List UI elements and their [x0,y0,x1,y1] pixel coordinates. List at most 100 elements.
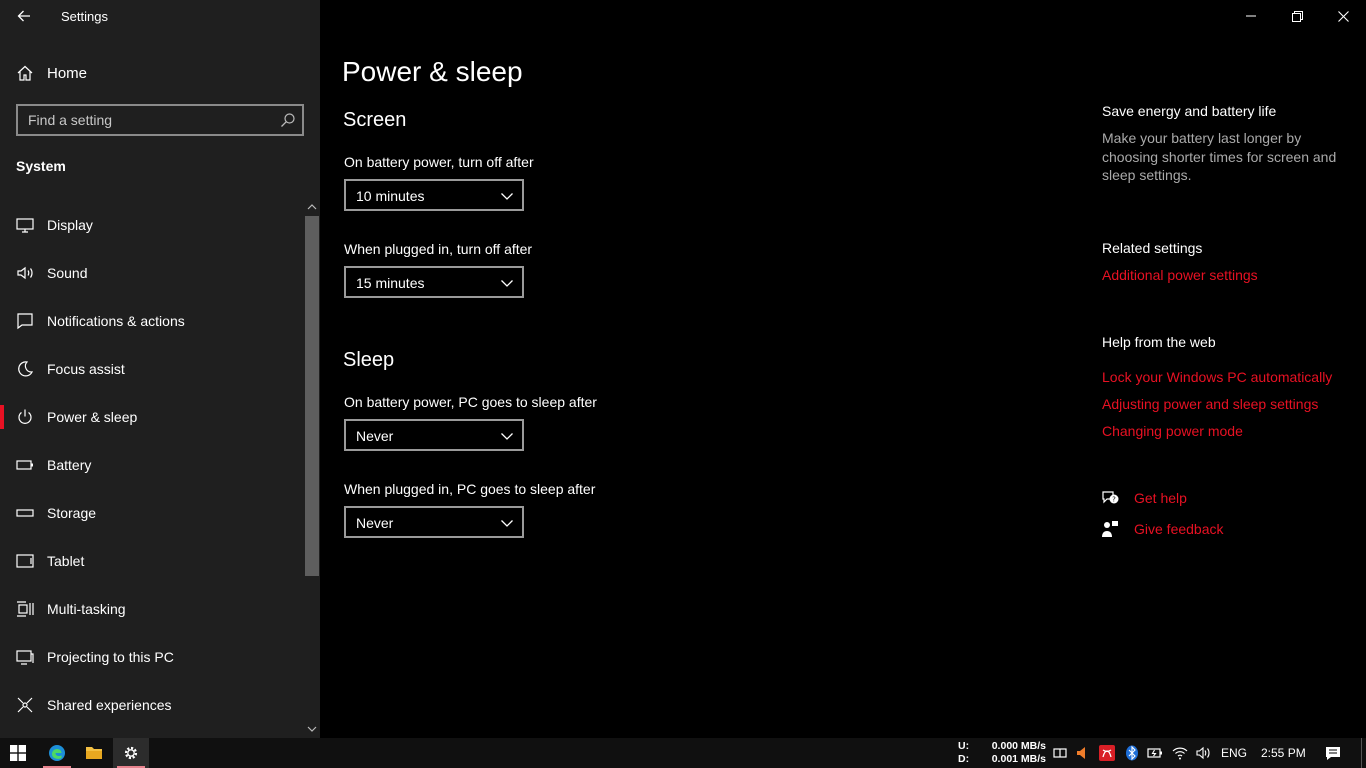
sidebar-item-battery[interactable]: Battery [0,441,304,489]
dropdown-value: 10 minutes [356,188,425,204]
tablet-icon [16,554,34,568]
taskbar-edge[interactable] [39,738,75,768]
sidebar-item-focus-assist[interactable]: Focus assist [0,345,304,393]
scroll-up-arrow-icon[interactable] [304,200,320,214]
titlebar-left: Settings [0,0,320,32]
get-help-link[interactable]: Get help [1134,490,1187,506]
help-link-adjusting-power[interactable]: Adjusting power and sleep settings [1102,396,1318,412]
restore-icon [1291,10,1303,22]
sidebar-item-label: Projecting to this PC [47,649,174,665]
power-icon [18,409,32,424]
back-arrow-icon [17,10,30,22]
back-button[interactable] [12,4,36,28]
multitasking-icon [17,601,34,617]
screen-battery-dropdown[interactable]: 10 minutes [344,179,524,211]
action-center-icon[interactable] [1325,745,1341,761]
give-feedback-icon [1102,521,1118,537]
scroll-down-arrow-icon[interactable] [304,722,320,736]
sidebar-nav: Display Sound Notifications & actions Fo… [0,201,304,729]
tray-speaker-app-icon[interactable] [1074,745,1090,761]
page-title: Power & sleep [342,56,523,87]
sidebar-item-label: Battery [47,457,92,473]
sidebar-item-sound[interactable]: Sound [0,249,304,297]
battery-icon [16,460,33,470]
gear-icon [124,746,138,760]
additional-power-settings-link[interactable]: Additional power settings [1102,267,1258,283]
wifi-icon[interactable] [1172,745,1188,761]
sidebar-item-projecting[interactable]: Projecting to this PC [0,633,304,681]
screen-plugged-label: When plugged in, turn off after [344,241,533,257]
sidebar-item-multitasking[interactable]: Multi-tasking [0,585,304,633]
bluetooth-icon[interactable] [1124,745,1140,761]
start-button[interactable] [0,738,36,768]
search-input[interactable] [18,106,268,134]
sidebar-item-tablet[interactable]: Tablet [0,537,304,585]
taskbar-file-explorer[interactable] [76,738,112,768]
sidebar-item-shared-experiences[interactable]: Shared experiences [0,681,304,729]
sidebar-item-label: Sound [47,265,88,281]
screen-plugged-dropdown[interactable]: 15 minutes [344,266,524,298]
scrollbar-thumb[interactable] [305,216,319,576]
language-indicator[interactable]: ENG [1221,746,1247,760]
windows-icon [10,745,26,761]
volume-icon[interactable] [1195,745,1211,761]
sleep-heading: Sleep [343,349,395,371]
show-desktop-button[interactable] [1361,738,1362,768]
svg-text:?: ? [1112,496,1116,504]
sidebar-item-label: Shared experiences [47,697,172,713]
download-value: 0.001 MB/s [991,753,1046,765]
display-icon [16,218,34,233]
taskbar-settings[interactable] [113,738,149,768]
chevron-down-icon [501,520,513,527]
notifications-icon [17,313,33,330]
dropdown-value: Never [356,515,394,531]
screen-battery-label: On battery power, turn off after [344,154,534,170]
sidebar-item-storage[interactable]: Storage [0,489,304,537]
sidebar-item-label: Storage [47,505,97,521]
minimize-button[interactable] [1228,0,1274,32]
tray-red-app-icon[interactable] [1099,745,1115,761]
chevron-down-icon [501,280,513,287]
home-icon [17,65,33,81]
storage-icon [16,509,34,517]
sleep-battery-dropdown[interactable]: Never [344,419,524,451]
help-link-changing-power-mode[interactable]: Changing power mode [1102,423,1243,439]
tray-book-icon[interactable] [1052,745,1068,761]
minimize-icon [1246,15,1256,17]
sleep-battery-label: On battery power, PC goes to sleep after [344,394,597,410]
app-title: Settings [61,9,108,24]
save-energy-heading: Save energy and battery life [1102,103,1277,119]
clock[interactable]: 2:55 PM [1261,746,1306,760]
upload-key: U: [958,740,970,752]
screen-heading: Screen [343,109,407,131]
edge-browser-icon [49,745,65,761]
help-link-lock-pc[interactable]: Lock your Windows PC automatically [1102,369,1332,385]
sidebar-item-home[interactable]: Home [0,57,320,89]
chevron-down-icon [501,433,513,440]
download-key: D: [958,753,970,765]
sidebar-item-label: Multi-tasking [47,601,126,617]
restore-button[interactable] [1274,0,1320,32]
network-speed-meter: U: 0.000 MB/s D: 0.001 MB/s [958,740,1046,766]
section-label: System [16,158,66,174]
sidebar-item-label: Power & sleep [47,409,138,425]
chevron-down-icon [501,193,513,200]
sidebar-item-label: Display [47,217,93,233]
search-box[interactable] [16,104,304,136]
sidebar-item-power-sleep[interactable]: Power & sleep [0,393,304,441]
dropdown-value: Never [356,428,394,444]
shared-experiences-icon [17,697,33,713]
taskbar: U: 0.000 MB/s D: 0.001 MB/s ENG 2:55 PM [0,738,1366,768]
sidebar-item-label: Tablet [47,553,85,569]
projecting-icon [16,650,34,665]
sidebar-item-notifications[interactable]: Notifications & actions [0,297,304,345]
sleep-plugged-label: When plugged in, PC goes to sleep after [344,481,596,497]
battery-charging-icon[interactable] [1147,745,1163,761]
sidebar-item-label: Home [47,65,88,82]
sleep-plugged-dropdown[interactable]: Never [344,506,524,538]
search-icon[interactable] [280,112,296,128]
sidebar-item-display[interactable]: Display [0,201,304,249]
help-web-heading: Help from the web [1102,334,1216,350]
close-button[interactable] [1320,0,1366,32]
give-feedback-link[interactable]: Give feedback [1134,521,1224,537]
